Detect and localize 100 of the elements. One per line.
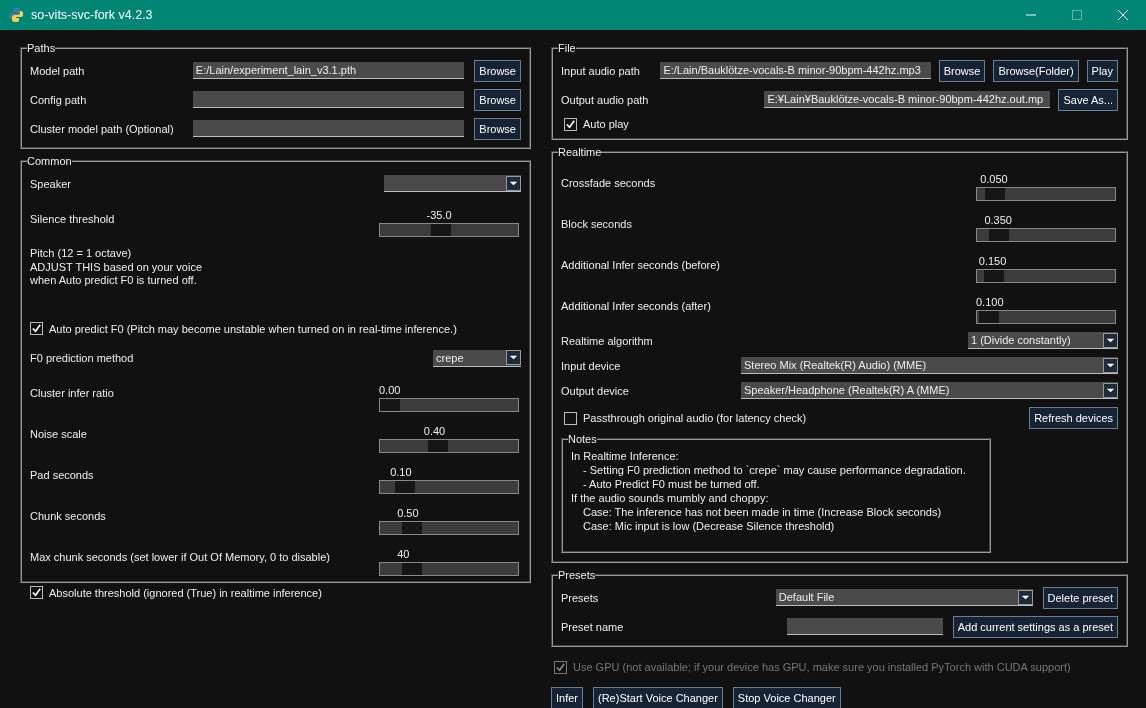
slider[interactable] xyxy=(379,397,519,412)
pitch-note: Pitch (12 = 1 octave) ADJUST THIS based on your voice when Auto predict F0 is turned off. xyxy=(30,246,203,288)
file-button[interactable]: Browse xyxy=(938,59,986,82)
dropdown[interactable]: Speaker/Headphone (Realtek(R) A (MME) xyxy=(741,382,1118,399)
dropdown-arrow-icon xyxy=(506,175,521,191)
slider[interactable] xyxy=(976,310,1116,324)
slider[interactable] xyxy=(379,479,519,494)
field-label: Output device xyxy=(561,384,629,397)
checkbox[interactable] xyxy=(564,117,577,131)
frame-title: Presets xyxy=(558,569,596,581)
frame-title: Notes xyxy=(568,433,597,445)
file-button[interactable]: Browse(Folder) xyxy=(993,59,1079,82)
slider-value: 0.150 xyxy=(978,255,1007,267)
delete-preset-button[interactable]: Delete preset xyxy=(1042,586,1118,609)
slider-thumb[interactable] xyxy=(979,311,1000,323)
close-icon[interactable] xyxy=(1118,10,1128,20)
slider-value: -35.0 xyxy=(426,209,452,221)
field-label: Model path xyxy=(30,64,86,77)
slider-value: 40 xyxy=(397,547,410,560)
slider-label: Additional Infer seconds (before) xyxy=(561,258,720,271)
field-label: Config path xyxy=(30,93,88,106)
preset-name-field[interactable] xyxy=(786,618,943,635)
path-field[interactable] xyxy=(192,91,465,108)
save-as-button[interactable]: Save As... xyxy=(1058,88,1118,111)
field-label: Speaker xyxy=(30,177,71,190)
slider-value: 0.050 xyxy=(980,173,1008,185)
action-button[interactable]: (Re)Start Voice Changer xyxy=(593,687,723,708)
field-label: Input audio path xyxy=(561,64,641,77)
dropdown[interactable]: Stereo Mix (Realtek(R) Audio) (MME) xyxy=(741,357,1118,374)
slider-thumb[interactable] xyxy=(401,562,422,575)
browse-button[interactable]: Browse xyxy=(474,59,521,82)
slider-thumb[interactable] xyxy=(983,270,1004,282)
slider[interactable] xyxy=(976,269,1116,283)
dropdown-arrow-icon xyxy=(1017,589,1033,605)
slider-label: Cluster infer ratio xyxy=(30,387,114,399)
input-path-field[interactable]: E:/Lain/Bauklötze-vocals-B minor-90bpm-442hz.mp3 xyxy=(660,62,931,79)
frame-title: Realtime xyxy=(558,146,602,158)
add-preset-button[interactable]: Add current settings as a preset xyxy=(952,615,1118,638)
slider-value: 0.50 xyxy=(397,506,419,519)
slider-label: Silence threshold xyxy=(30,212,115,225)
field-label: Output audio path xyxy=(561,93,649,106)
slider-thumb[interactable] xyxy=(427,439,448,452)
slider[interactable] xyxy=(976,187,1116,201)
checkbox-label: Auto play xyxy=(583,118,629,130)
dropdown[interactable]: Default File xyxy=(775,589,1033,606)
slider-label: Additional Infer seconds (after) xyxy=(561,299,711,312)
output-path-field[interactable]: E:¥Lain¥Bauklötze-vocals-B minor-90bpm-442hz.out.mp xyxy=(764,91,1051,108)
slider-label: Noise scale xyxy=(30,428,87,440)
field-label: Cluster model path (Optional) xyxy=(30,122,175,135)
dropdown[interactable]: 1 (Divide constantly) xyxy=(968,332,1118,349)
checkbox-label: Absolute threshold (ignored (True) in realtime inference) xyxy=(49,586,322,599)
dropdown-arrow-icon xyxy=(1103,332,1118,348)
slider-thumb[interactable] xyxy=(989,229,1010,241)
dropdown[interactable] xyxy=(384,175,521,192)
slider-value: 0.40 xyxy=(423,424,446,437)
path-field[interactable] xyxy=(192,120,465,137)
slider-label: Crossfade seconds xyxy=(561,176,656,189)
browse-button[interactable]: Browse xyxy=(474,117,521,140)
checkbox[interactable] xyxy=(30,322,43,335)
dropdown[interactable]: crepe xyxy=(433,349,521,367)
slider-label: Chunk seconds xyxy=(30,510,106,522)
note-line: - Auto Predict F0 must be turned off. xyxy=(582,477,761,491)
slider[interactable] xyxy=(379,438,519,453)
note-line: If the audio sounds mumbly and choppy: xyxy=(571,491,770,505)
note-line: Case: Mic input is low (Decrease Silence threshold) xyxy=(582,519,836,533)
frame-title: File xyxy=(558,42,576,54)
field-label: Presets xyxy=(561,591,600,604)
frame-title: Common xyxy=(27,155,72,167)
slider-value: 0.100 xyxy=(976,296,1004,308)
path-field[interactable]: E:/Lain/experiment_lain_v3.1.pth xyxy=(192,62,465,79)
checkbox[interactable] xyxy=(30,586,43,599)
frame-title: Paths xyxy=(27,42,56,54)
slider[interactable] xyxy=(379,561,519,576)
note-line: - Setting F0 prediction method to `crepe` may cause performance degradation. xyxy=(582,463,967,477)
slider-label: Block seconds xyxy=(561,217,632,230)
slider-thumb[interactable] xyxy=(380,398,400,411)
action-button[interactable]: Stop Voice Changer xyxy=(732,687,841,708)
python-logo-icon xyxy=(8,7,24,23)
slider[interactable] xyxy=(379,223,519,237)
browse-button[interactable]: Browse xyxy=(474,88,521,111)
file-button[interactable]: Play xyxy=(1086,59,1118,82)
slider[interactable] xyxy=(379,520,519,535)
field-label: Input device xyxy=(561,359,621,372)
slider-thumb[interactable] xyxy=(401,521,422,534)
slider-thumb[interactable] xyxy=(394,480,415,493)
note-line: Case: The inference has not been made in time (Increase Block seconds) xyxy=(582,505,943,519)
slider-value: 0.00 xyxy=(379,383,401,396)
field-label: Realtime algorithm xyxy=(561,334,653,347)
checkbox[interactable] xyxy=(564,411,577,425)
slider-thumb[interactable] xyxy=(430,224,451,236)
checkbox-label: Passthrough original audio (for latency check) xyxy=(583,412,807,424)
checkbox-label: Use GPU (not available; if your device has GPU, make sure you installed PyTorch with CUDA support) xyxy=(573,661,1071,673)
window-title: so-vits-svc-fork v4.2.3 xyxy=(31,8,153,22)
slider-label: Pad seconds xyxy=(30,469,94,481)
action-button[interactable]: Infer xyxy=(551,687,583,708)
field-label: Preset name xyxy=(561,620,625,633)
field-label: F0 prediction method xyxy=(30,352,134,364)
refresh-devices-button[interactable]: Refresh devices xyxy=(1029,407,1118,429)
slider[interactable] xyxy=(976,228,1116,242)
slider-thumb[interactable] xyxy=(984,188,1005,200)
